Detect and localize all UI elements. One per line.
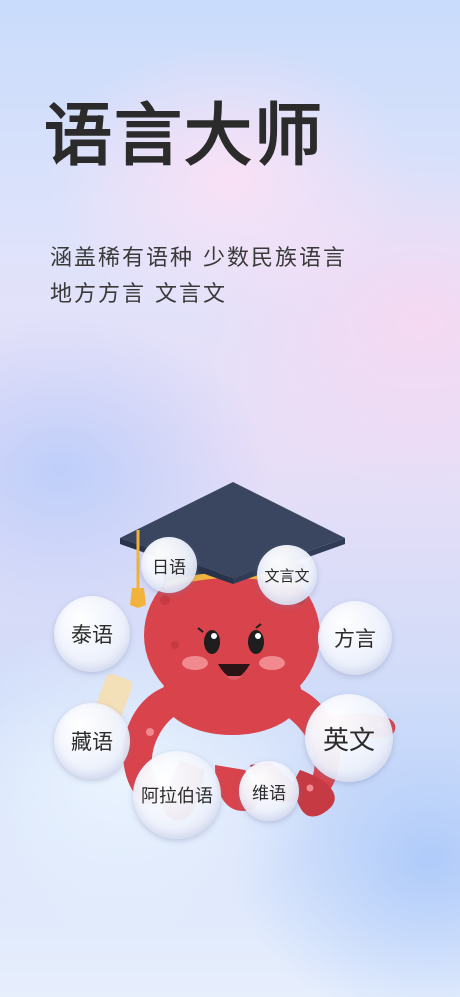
octopus-mascot-icon [85,482,396,821]
language-bubble-arabic[interactable]: 阿拉伯语 [133,751,221,839]
language-bubble-uyghur[interactable]: 维语 [239,761,299,821]
subtitle-line-2: 地方方言 文言文 [50,282,227,307]
language-bubble-tibetan[interactable]: 藏语 [54,703,130,779]
language-bubble-classical-chinese[interactable]: 文言文 [257,545,317,605]
language-bubble-english[interactable]: 英文 [305,694,393,782]
subtitle-line-1: 涵盖稀有语种 少数民族语言 [50,246,347,271]
language-bubble-japanese[interactable]: 日语 [141,537,197,593]
language-bubble-thai[interactable]: 泰语 [54,596,130,672]
language-bubble-dialect[interactable]: 方言 [318,601,392,675]
app-title: 语言大师 [44,97,325,176]
mascot-scene: 日语 文言文 泰语 方言 藏语 英文 阿拉伯语 维语 [0,470,460,870]
